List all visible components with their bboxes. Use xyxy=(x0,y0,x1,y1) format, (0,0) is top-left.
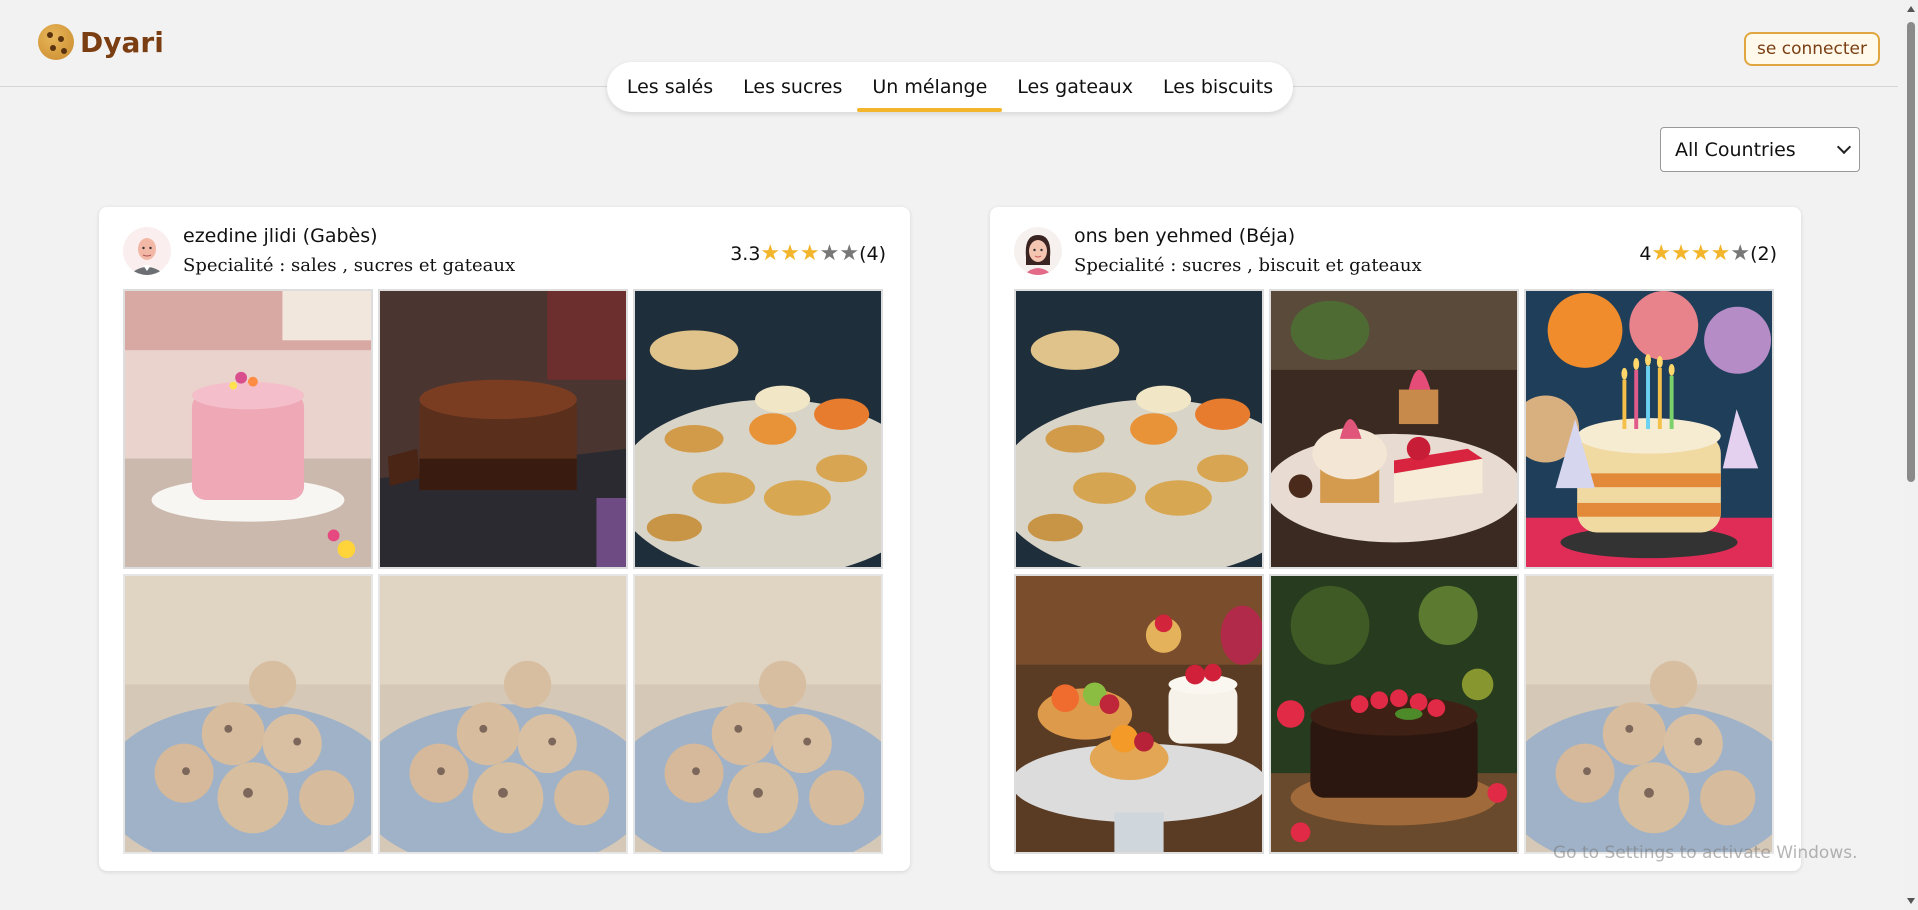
login-button[interactable]: se connecter xyxy=(1744,32,1880,66)
photo-fruit-tartlets[interactable] xyxy=(1014,574,1264,854)
scroll-up-icon[interactable] xyxy=(1907,6,1915,12)
star-empty-icon: ★ xyxy=(839,241,860,266)
rating: 3.3 ★ ★ ★ ★ ★ (4) xyxy=(730,241,886,266)
rating-value: 3.3 xyxy=(730,243,761,265)
photo-grid xyxy=(123,289,884,854)
photo-chocolate-chip-cookies[interactable] xyxy=(633,574,883,854)
tab-biscuits[interactable]: Les biscuits xyxy=(1148,62,1288,112)
photo-chocolate-raspberry-cake[interactable] xyxy=(1269,574,1519,854)
star-filled-icon: ★ xyxy=(1710,241,1731,266)
tab-melange[interactable]: Un mélange xyxy=(857,62,1003,112)
cook-specialite: Specialité : sucres , biscuit et gateaux xyxy=(1074,255,1422,276)
cook-name[interactable]: ons ben yehmed (Béja) xyxy=(1074,225,1295,247)
chevron-down-icon xyxy=(1836,139,1852,155)
cook-card[interactable]: ons ben yehmed (Béja) Specialité : sucre… xyxy=(990,207,1801,871)
cook-specialite: Specialité : sales , sucres et gateaux xyxy=(183,255,516,276)
photo-savory-pastries-platter[interactable] xyxy=(1014,289,1264,569)
photo-chocolate-chip-cookies[interactable] xyxy=(1524,574,1774,854)
star-empty-icon: ★ xyxy=(1730,241,1751,266)
rating: 4 ★ ★ ★ ★ ★ (2) xyxy=(1639,241,1777,266)
photo-chocolate-chip-cookies[interactable] xyxy=(378,574,628,854)
country-select-value: All Countries xyxy=(1675,138,1796,161)
tab-gateaux[interactable]: Les gateaux xyxy=(1002,62,1148,112)
photo-pink-layer-cake[interactable] xyxy=(123,289,373,569)
scroll-down-icon[interactable] xyxy=(1907,898,1915,904)
country-select[interactable]: All Countries xyxy=(1660,127,1860,172)
star-filled-icon: ★ xyxy=(1671,241,1691,266)
logo[interactable]: Dyari xyxy=(38,24,164,60)
page-scrollbar[interactable] xyxy=(1904,0,1918,910)
star-filled-icon: ★ xyxy=(760,241,781,266)
windows-activation-watermark: Go to Settings to activate Windows. xyxy=(1553,843,1858,863)
tab-sucres[interactable]: Les sucres xyxy=(728,62,857,112)
avatar[interactable] xyxy=(1014,227,1062,275)
category-tabs: Les salés Les sucres Un mélange Les gate… xyxy=(607,62,1293,112)
cook-card-header: ezedine jlidi (Gabès) Specialité : sales… xyxy=(123,221,886,281)
star-filled-icon: ★ xyxy=(1651,241,1672,266)
photo-chocolate-mousse-cake[interactable] xyxy=(378,289,628,569)
cook-card-header: ons ben yehmed (Béja) Specialité : sucre… xyxy=(1014,221,1777,281)
logo-text: Dyari xyxy=(80,25,164,59)
star-filled-icon: ★ xyxy=(780,241,800,266)
cook-card[interactable]: ezedine jlidi (Gabès) Specialité : sales… xyxy=(99,207,910,871)
review-count: (2) xyxy=(1750,243,1777,265)
star-empty-icon: ★ xyxy=(819,241,840,266)
cookie-icon xyxy=(38,24,74,60)
photo-grid xyxy=(1014,289,1775,854)
scrollbar-thumb[interactable] xyxy=(1907,22,1915,482)
avatar[interactable] xyxy=(123,227,171,275)
star-filled-icon: ★ xyxy=(799,241,820,266)
photo-birthday-cake-candles[interactable] xyxy=(1524,289,1774,569)
star-filled-icon: ★ xyxy=(1690,241,1711,266)
review-count: (4) xyxy=(859,243,886,265)
rating-value: 4 xyxy=(1639,243,1652,265)
photo-savory-pastries-platter[interactable] xyxy=(633,289,883,569)
photo-chocolate-chip-cookies[interactable] xyxy=(123,574,373,854)
photo-cupcake-cheesecake-plate[interactable] xyxy=(1269,289,1519,569)
tab-sales[interactable]: Les salés xyxy=(612,62,728,112)
cook-name[interactable]: ezedine jlidi (Gabès) xyxy=(183,225,378,247)
